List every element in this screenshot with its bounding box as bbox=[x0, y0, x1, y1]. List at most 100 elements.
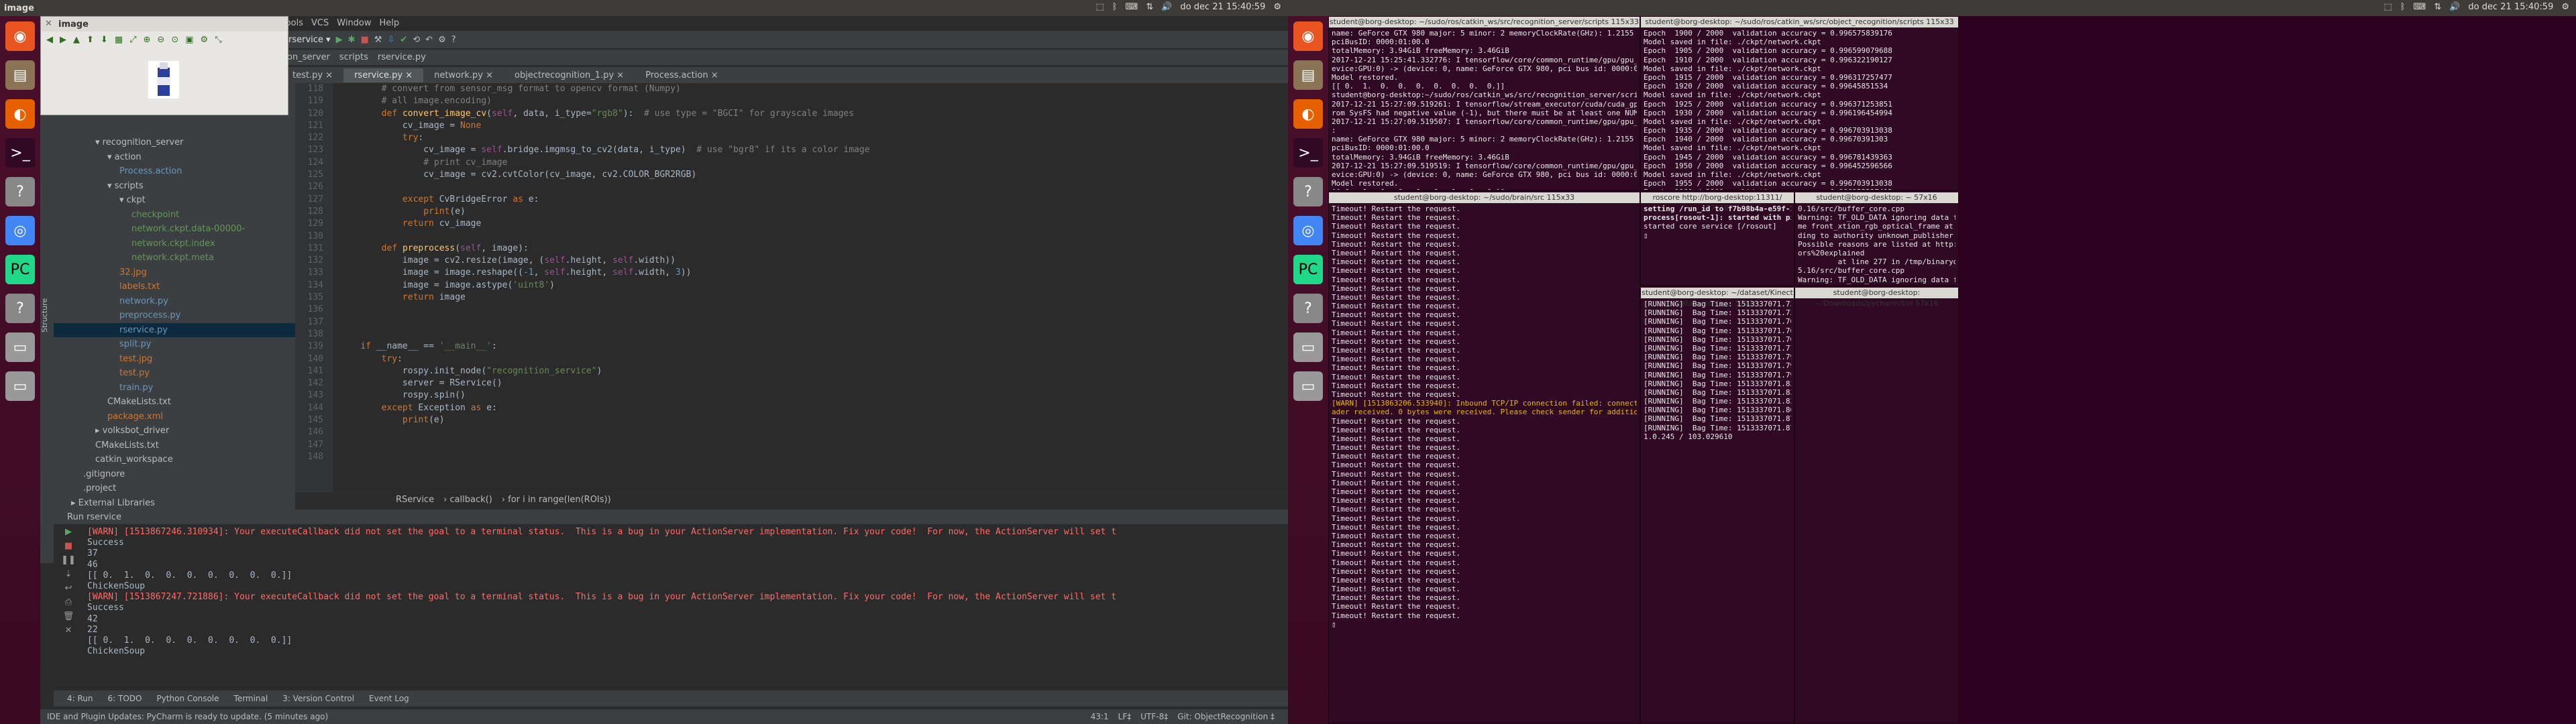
image-viewer-window[interactable]: ✕ image ◀ ▶ ▲ ⬆ ⬇ ▦ ⤢ ⊕ ⊖ ⊙ ▣ ⚙ ⤡ bbox=[40, 16, 288, 115]
chromium-icon[interactable]: ◎ bbox=[5, 216, 35, 245]
tree-item[interactable]: network.ckpt.meta bbox=[54, 251, 295, 265]
history-icon[interactable]: ⟲ bbox=[413, 35, 420, 45]
tree-item[interactable]: ▾ action bbox=[54, 150, 295, 165]
tool-tab-python-console[interactable]: Python Console bbox=[156, 694, 219, 703]
tree-item[interactable]: .gitignore bbox=[54, 467, 295, 482]
help-icon[interactable]: ? bbox=[451, 35, 456, 45]
status-message[interactable]: IDE and Plugin Updates: PyCharm is ready… bbox=[47, 712, 328, 721]
help-icon[interactable]: ? bbox=[5, 294, 35, 323]
code-line[interactable]: # all image.encoding) bbox=[339, 95, 870, 107]
code-line[interactable]: image = image.astype('uint8') bbox=[339, 280, 870, 292]
tree-item[interactable]: test.py bbox=[54, 366, 295, 381]
menu-help[interactable]: Help bbox=[380, 18, 400, 28]
firefox-icon[interactable]: ◐ bbox=[1293, 99, 1323, 129]
terminal-pycharm-bin[interactable]: student@borg-desktop: ~/Downloads/pychar… bbox=[1794, 287, 1959, 724]
code-line[interactable]: return cv_image bbox=[339, 218, 870, 230]
settings-icon[interactable]: ⚙ bbox=[201, 35, 209, 45]
vcs-commit-icon[interactable]: ✔ bbox=[400, 35, 407, 45]
debug-icon[interactable]: ✱ bbox=[348, 35, 356, 45]
terminal-icon[interactable]: >_ bbox=[1293, 138, 1323, 168]
zoom-fit-icon[interactable]: ⤢ bbox=[129, 35, 136, 45]
tree-item[interactable]: rservice.py bbox=[54, 322, 295, 337]
volume-icon[interactable]: 🔊 bbox=[1161, 2, 1172, 12]
unity-icon[interactable]: ◉ bbox=[5, 21, 35, 51]
code-line[interactable]: cv_image = None bbox=[339, 120, 870, 132]
nav-crumb[interactable]: scripts bbox=[339, 52, 368, 62]
pycharm-icon[interactable]: PC bbox=[1293, 255, 1323, 284]
terminal-home[interactable]: student@borg-desktop: ~ 57x16 0.16/src/bu… bbox=[1794, 192, 1959, 286]
tree-item[interactable]: test.jpg bbox=[54, 352, 295, 367]
terminal-object-recognition[interactable]: student@borg-desktop: ~/sudo/ros/catkin_… bbox=[1640, 16, 1959, 190]
code-line[interactable]: print(e) bbox=[339, 414, 870, 426]
terminal-roscore[interactable]: roscore http://borg-desktop:11311/ 57x16… bbox=[1640, 192, 1794, 286]
tree-item[interactable]: ▸ External Libraries bbox=[54, 496, 295, 511]
code-line[interactable]: image = cv2.resize(image, (self.height, … bbox=[339, 255, 870, 267]
terminal-recognition-server[interactable]: student@borg-desktop: ~/sudo/ros/catkin_… bbox=[1328, 16, 1640, 190]
tab-rservice-py[interactable]: rservice.py × bbox=[343, 68, 424, 82]
pycharm-icon[interactable]: PC bbox=[5, 255, 35, 284]
tree-item[interactable]: 32.jpg bbox=[54, 265, 295, 280]
gear-icon[interactable]: ⚙ bbox=[2561, 2, 2569, 12]
code-line[interactable]: # print cv_image bbox=[339, 157, 870, 169]
pause-icon[interactable]: ❚❚ bbox=[61, 555, 76, 565]
keyboard-icon[interactable]: ⌨ bbox=[1126, 2, 1138, 12]
bluetooth-icon[interactable]: ᛒ bbox=[2400, 2, 2406, 12]
files-icon[interactable]: ▤ bbox=[1293, 60, 1323, 90]
terminal-rosbag[interactable]: student@borg-desktop: ~/dataset/Kinect d… bbox=[1640, 287, 1794, 724]
arrow-up-icon[interactable]: ▲ bbox=[73, 35, 80, 45]
tab-test-py[interactable]: test.py × bbox=[282, 68, 343, 82]
status-item[interactable]: Git: ObjectRecognition ‡ bbox=[1177, 712, 1275, 721]
drive-icon[interactable]: ▭ bbox=[1293, 333, 1323, 362]
tree-item[interactable]: ▾ recognition_server bbox=[54, 135, 295, 150]
code-line[interactable]: except Exception as e: bbox=[339, 402, 870, 414]
build-icon[interactable]: ⚒ bbox=[374, 35, 382, 45]
chromium-icon[interactable]: ◎ bbox=[1293, 216, 1323, 245]
tree-item[interactable]: ▾ scripts bbox=[54, 179, 295, 194]
clock[interactable]: do dec 21 15:40:59 bbox=[1180, 2, 1265, 12]
tree-item[interactable]: network.ckpt.data-00000- bbox=[54, 222, 295, 237]
stop-icon[interactable]: ■ bbox=[64, 541, 72, 551]
tree-item[interactable]: split.py bbox=[54, 337, 295, 352]
scroll-icon[interactable]: ⇣ bbox=[65, 569, 72, 579]
code-line[interactable] bbox=[339, 181, 870, 193]
files-icon[interactable]: ▤ bbox=[5, 60, 35, 90]
code-line[interactable] bbox=[339, 304, 870, 316]
arrow-down-icon[interactable]: ⬇ bbox=[101, 35, 108, 45]
code-line[interactable]: cv_image = self.bridge.imgmsg_to_cv2(dat… bbox=[339, 144, 869, 156]
code-editor[interactable]: 118 119 120 121 122 123 124 125 126 127 128 129 130 1… bbox=[295, 83, 1288, 492]
terminal-body[interactable]: Epoch 1900 / 2000 validation accuracy = … bbox=[1641, 27, 1958, 190]
terminal-body[interactable]: name: GeForce GTX 980 major: 5 minor: 2 … bbox=[1329, 27, 1640, 190]
zoom-reset-icon[interactable]: ⊙ bbox=[171, 35, 178, 45]
code-line[interactable]: def preprocess(self, image): bbox=[339, 243, 870, 255]
tool-tab-6--todo[interactable]: 6: TODO bbox=[108, 694, 142, 703]
tree-item[interactable]: CMakeLists.txt bbox=[54, 438, 295, 453]
settings-icon[interactable]: ⚙ bbox=[438, 35, 446, 45]
bluetooth-icon[interactable]: ᛒ bbox=[1112, 2, 1118, 12]
arrow-up-icon[interactable]: ⬆ bbox=[87, 35, 94, 45]
help-icon[interactable]: ? bbox=[5, 177, 35, 206]
tree-item[interactable]: network.py bbox=[54, 294, 295, 309]
zoom-out-icon[interactable]: ⊖ bbox=[157, 35, 164, 45]
clock[interactable]: do dec 21 15:40:59 bbox=[2468, 2, 2553, 12]
terminal-brain[interactable]: student@borg-desktop: ~/sudo/brain/src 1… bbox=[1328, 192, 1640, 724]
tool-tab-event-log[interactable]: Event Log bbox=[369, 694, 409, 703]
breadcrumb-item[interactable]: › for i in range(len(ROIs)) bbox=[502, 495, 611, 505]
code-line[interactable] bbox=[339, 328, 870, 341]
vcs-update-icon[interactable]: ⇩ bbox=[387, 35, 394, 45]
tree-item[interactable]: ▸ volksbot_driver bbox=[54, 424, 295, 438]
unity-icon[interactable]: ◉ bbox=[1293, 21, 1323, 51]
drive-icon[interactable]: ▭ bbox=[5, 333, 35, 362]
code-line[interactable]: cv_image = cv2.cvtColor(cv_image, cv2.CO… bbox=[339, 169, 870, 181]
menu-window[interactable]: Window bbox=[337, 18, 371, 28]
nav-crumb[interactable]: rservice.py bbox=[378, 52, 426, 62]
code-content[interactable]: # convert from sensor_msg format to open… bbox=[339, 83, 870, 463]
code-line[interactable]: return image bbox=[339, 292, 870, 304]
code-line[interactable] bbox=[339, 451, 870, 463]
dropbox-icon[interactable]: ⬚ bbox=[1095, 2, 1104, 12]
trash-icon[interactable]: 🗑 bbox=[63, 611, 74, 621]
breadcrumb-item[interactable]: RService bbox=[396, 495, 434, 505]
indicator-area[interactable]: ⬚ ᛒ ⌨ ⇅ 🔊 do dec 21 15:40:59 ⚙ bbox=[1095, 2, 1281, 12]
terminal-icon[interactable]: >_ bbox=[5, 138, 35, 168]
menu-vcs[interactable]: VCS bbox=[311, 18, 329, 28]
image-window-titlebar[interactable]: ✕ image bbox=[41, 17, 288, 32]
